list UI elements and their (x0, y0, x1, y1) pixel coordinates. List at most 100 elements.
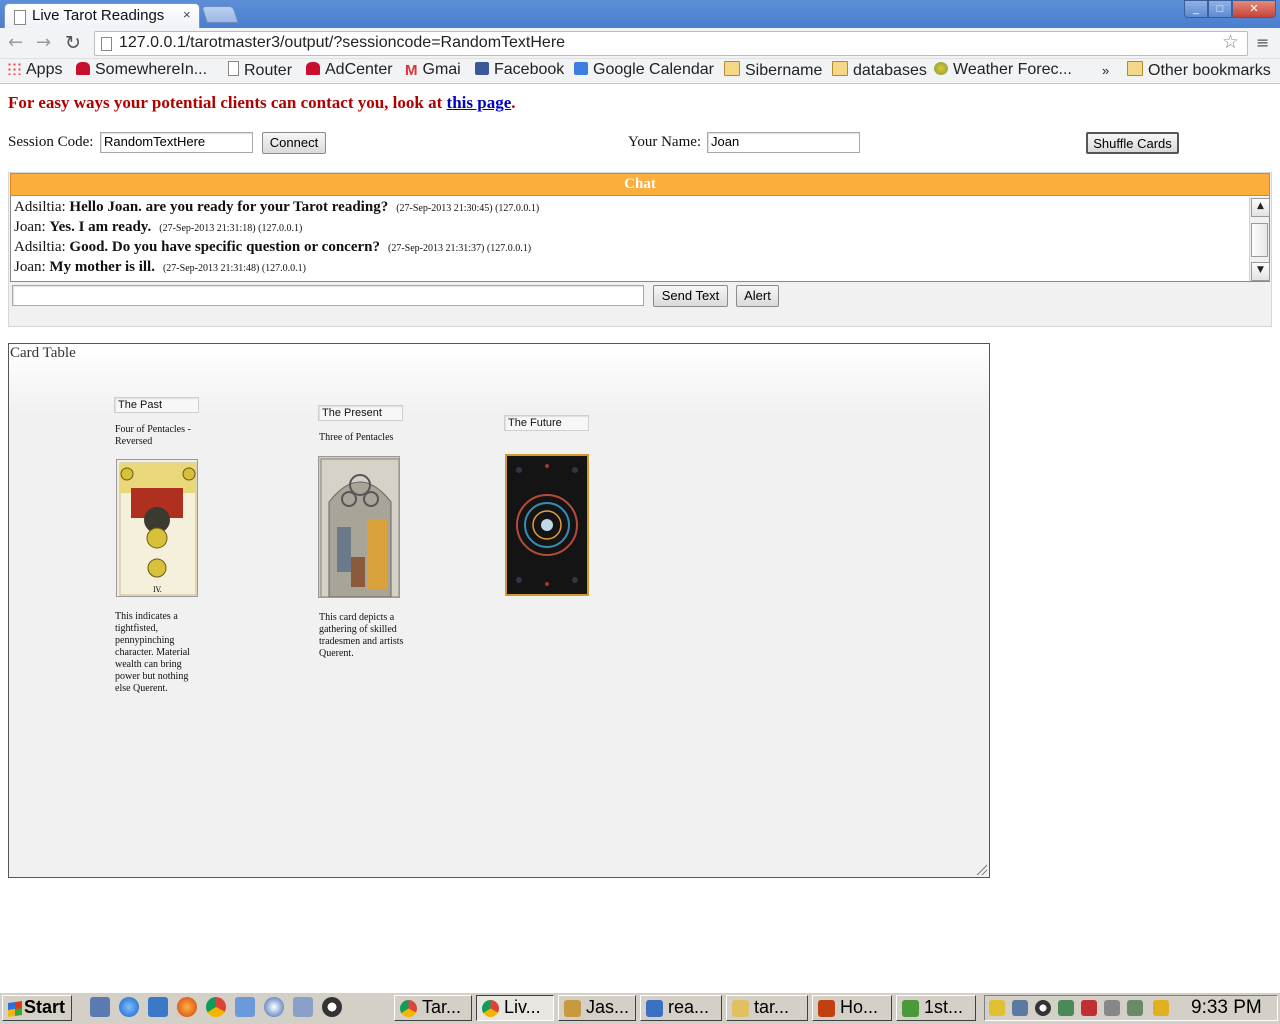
session-code-input[interactable]: RandomTextHere (100, 132, 253, 153)
bookmark-google-calendar[interactable]: Google Calendar (574, 61, 714, 79)
this-page-link[interactable]: this page (447, 93, 512, 112)
past-card-description: This indicates a tightfisted, pennypinch… (115, 611, 190, 694)
folder-icon (1127, 61, 1143, 76)
tray-icon[interactable] (1127, 1000, 1143, 1016)
page-icon (228, 61, 239, 76)
bookmark-sibername[interactable]: Sibername (724, 61, 822, 80)
taskbar-button[interactable]: rea... (640, 995, 722, 1021)
apps-grid-icon (7, 62, 21, 75)
reload-icon[interactable]: ↻ (65, 32, 81, 54)
past-card-name: Four of Pentacles - Reversed (115, 424, 191, 447)
new-tab-button[interactable] (201, 6, 239, 23)
maximize-button[interactable]: □ (1208, 0, 1232, 18)
taskbar-button[interactable]: tar... (726, 995, 808, 1021)
svg-text:IV.: IV. (153, 586, 162, 594)
network-icon[interactable] (1058, 1000, 1074, 1016)
resize-grip[interactable] (975, 863, 987, 875)
chat-input[interactable] (12, 285, 644, 306)
back-icon[interactable]: ← (8, 32, 23, 53)
bookmark-weather[interactable]: Weather Forec... (934, 61, 1072, 79)
chrome-icon (400, 1000, 417, 1017)
gmail-icon: M (405, 62, 418, 79)
card-table-title: Card Table (10, 345, 76, 361)
minimize-button[interactable]: _ (1184, 0, 1208, 18)
forward-icon[interactable]: → (36, 32, 51, 53)
bookmark-router[interactable]: Router (228, 61, 292, 80)
page-icon (101, 37, 112, 51)
quicklaunch-icon[interactable] (293, 997, 313, 1017)
maple-leaf-icon (76, 62, 90, 75)
tray-icon[interactable] (1012, 1000, 1028, 1016)
your-name-input[interactable]: Joan (707, 132, 860, 153)
quicklaunch-icon[interactable] (322, 997, 342, 1017)
calendar-icon (574, 62, 588, 75)
bookmark-adcenter[interactable]: AdCenter (306, 61, 393, 79)
bookmarks-overflow-chevron[interactable]: » (1102, 63, 1109, 78)
window-close-button[interactable]: ✕ (1232, 0, 1276, 18)
chat-message: Joan: Yes. I am ready. (27-Sep-2013 21:31… (14, 219, 303, 235)
bookmark-databases[interactable]: databases (832, 61, 927, 80)
chat-log: Adsiltia: Hello Joan. are you ready for … (10, 196, 1270, 282)
send-text-button[interactable]: Send Text (653, 285, 728, 307)
menu-icon[interactable]: ≡ (1256, 33, 1269, 52)
scroll-thumb[interactable] (1251, 223, 1268, 257)
past-label: The Past (114, 397, 199, 413)
taskbar-button[interactable]: Ho... (812, 995, 892, 1021)
folder-icon (832, 61, 848, 76)
app-icon (564, 1000, 581, 1017)
bookmark-somewherein[interactable]: SomewhereIn... (76, 61, 207, 79)
folder-icon (724, 61, 740, 76)
scroll-up-icon[interactable]: ▲ (1251, 198, 1270, 217)
promo-banner: For easy ways your potential clients can… (8, 93, 516, 113)
taskbar-button[interactable]: 1st... (896, 995, 976, 1021)
maple-leaf-icon (306, 62, 320, 75)
taskbar-button[interactable]: Tar... (394, 995, 472, 1021)
tab-title: Live Tarot Readings (32, 7, 165, 24)
media-player-icon[interactable] (264, 997, 284, 1017)
taskbar-button[interactable]: Jas... (558, 995, 636, 1021)
alert-button[interactable]: Alert (736, 285, 779, 307)
tab-close-icon[interactable]: × (183, 7, 191, 22)
session-code-label: Session Code: (8, 134, 94, 150)
bookmark-star-icon[interactable]: ☆ (1222, 31, 1239, 53)
weather-icon (934, 62, 948, 75)
chat-scrollbar[interactable]: ▲ ▼ (1249, 197, 1270, 281)
system-tray: 9:33 PM (984, 995, 1278, 1021)
bookmarks-bar: Apps SomewhereIn... Router AdCenter M Gma… (0, 59, 1280, 84)
bookmark-facebook[interactable]: Facebook (475, 61, 564, 79)
chat-message: Joan: My mother is ill. (27-Sep-2013 21:3… (14, 259, 307, 275)
start-button[interactable]: Start (2, 995, 72, 1021)
promo-end: . (511, 93, 516, 112)
speaker-icon[interactable] (1104, 1000, 1120, 1016)
past-card-image[interactable]: IV. (116, 459, 198, 597)
connect-button[interactable]: Connect (262, 132, 326, 154)
shuffle-cards-button[interactable]: Shuffle Cards (1086, 132, 1179, 154)
bookmark-apps[interactable]: Apps (7, 61, 62, 79)
chat-header: Chat (10, 173, 1270, 196)
taskbar-button[interactable]: Liv... (476, 995, 554, 1021)
app-icon (902, 1000, 919, 1017)
chrome-icon[interactable] (206, 997, 226, 1017)
quicklaunch-icon[interactable] (235, 997, 255, 1017)
tray-icon[interactable] (989, 1000, 1005, 1016)
your-name-label: Your Name: (628, 134, 702, 150)
bookmark-gmail[interactable]: M Gmai (405, 61, 461, 79)
shield-icon[interactable] (1153, 1000, 1169, 1016)
scroll-down-icon[interactable]: ▼ (1251, 262, 1270, 281)
card-back-mandala-art (507, 456, 587, 594)
four-of-pentacles-card-art: IV. (119, 462, 197, 596)
facebook-icon (475, 62, 489, 75)
tab-live-tarot[interactable]: Live Tarot Readings × (4, 3, 200, 28)
address-bar[interactable]: 127.0.0.1/tarotmaster3/output/?sessionco… (94, 31, 1248, 56)
bookmark-other[interactable]: Other bookmarks (1127, 61, 1271, 80)
eye-icon[interactable] (1035, 1000, 1051, 1016)
ie-icon[interactable] (119, 997, 139, 1017)
windows-logo-icon (8, 1001, 22, 1017)
tray-icon[interactable] (1081, 1000, 1097, 1016)
quicklaunch-icon[interactable] (148, 997, 168, 1017)
future-label: The Future (504, 415, 589, 431)
present-card-image[interactable] (318, 456, 400, 598)
quicklaunch-icon[interactable] (90, 997, 110, 1017)
firefox-icon[interactable] (177, 997, 197, 1017)
future-card-back[interactable] (505, 454, 589, 596)
